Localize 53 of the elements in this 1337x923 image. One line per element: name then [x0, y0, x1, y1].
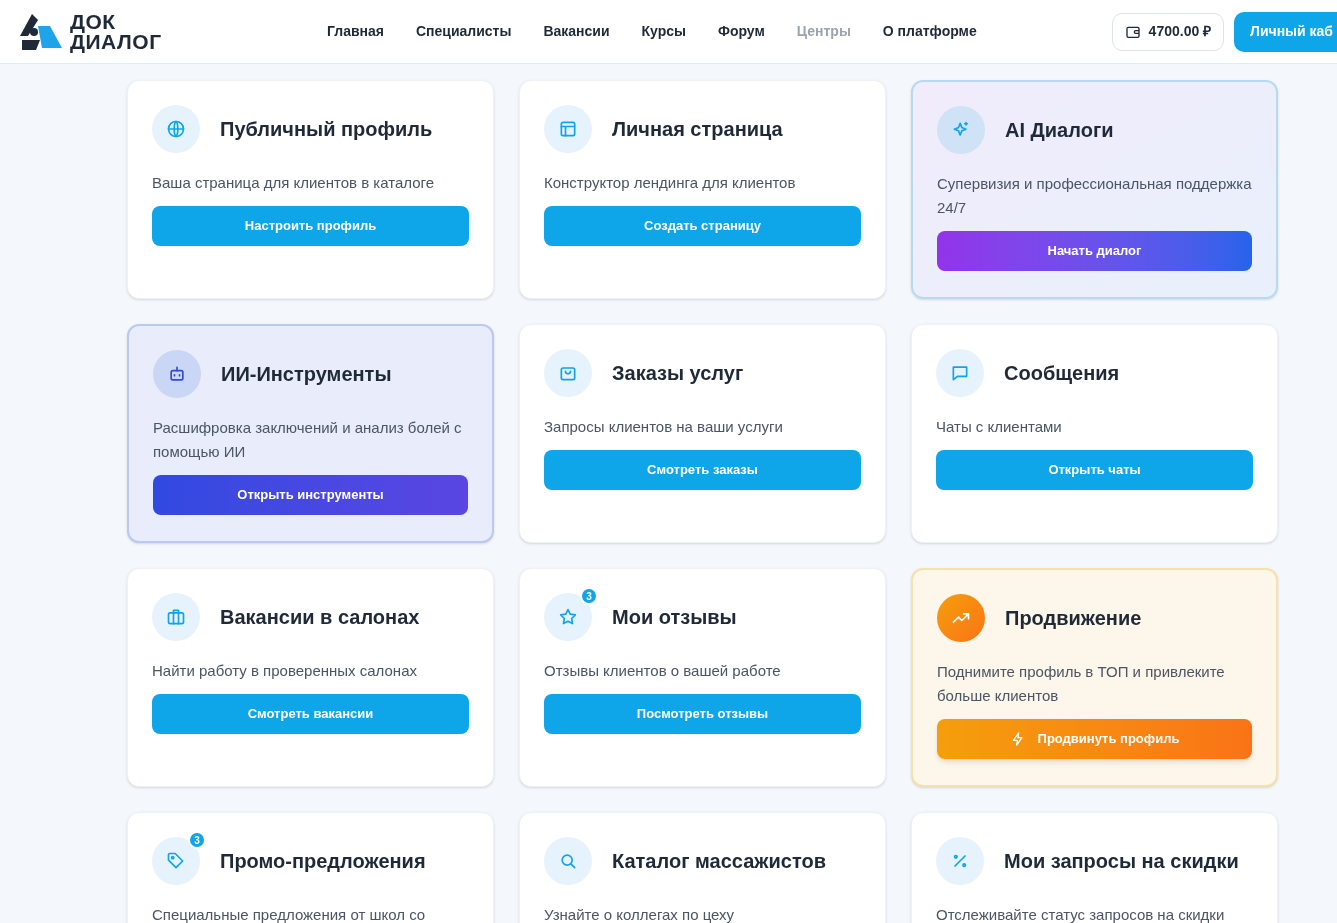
card-title: Продвижение: [1005, 606, 1142, 631]
briefcase-icon: [166, 607, 186, 627]
card-description: Супервизия и профессиональная поддержка 24/7: [937, 174, 1252, 218]
action-button[interactable]: Создать страницу: [544, 206, 861, 246]
card-description: Поднимите профиль в ТОП и привлеките больше клиентов: [937, 662, 1226, 706]
search-icon: [558, 851, 578, 871]
action-button[interactable]: Посмотреть отзывы: [544, 694, 861, 734]
tag-icon: [166, 851, 186, 871]
star-icon: [558, 607, 578, 627]
action-button[interactable]: Смотреть заказы: [544, 450, 861, 490]
card-description: Расшифровка заключений и анализ болей с помощью ИИ: [153, 418, 463, 462]
logo-icon: [18, 11, 64, 52]
action-button[interactable]: Открыть инструменты: [153, 475, 468, 515]
logo-text: ДИАЛОГ: [70, 31, 162, 52]
globe-icon: [166, 119, 186, 139]
card-description: Ваша страница для клиентов в каталоге: [152, 173, 435, 193]
card-title: Публичный профиль: [220, 117, 433, 142]
card-description: Узнайте о коллегах по цеху: [544, 905, 736, 923]
action-button[interactable]: Настроить профиль: [152, 206, 469, 246]
card-title: AI Диалоги: [1005, 118, 1114, 143]
card-title: Мои отзывы: [612, 605, 737, 630]
action-button[interactable]: Смотреть вакансии: [152, 694, 469, 734]
layout-icon: [558, 119, 578, 139]
nav-link[interactable]: Вакансии: [543, 21, 610, 42]
count-badge: 3: [188, 831, 206, 849]
card-description: Чаты с клиентами: [936, 417, 1063, 437]
nav-link[interactable]: Курсы: [641, 21, 686, 42]
card-description: Конструктор лендинга для клиентов: [544, 173, 797, 193]
action-button[interactable]: Начать диалог: [937, 231, 1252, 271]
card-title: Вакансии в салонах: [220, 605, 420, 630]
count-badge: 3: [580, 587, 598, 605]
card-title: Промо-предложения: [220, 849, 426, 874]
nav-link[interactable]: О платформе: [882, 21, 977, 42]
nav-link[interactable]: Специалисты: [415, 21, 512, 42]
logo-text: ДОК: [70, 11, 116, 32]
card-description: Запросы клиентов на ваши услуги: [544, 417, 784, 437]
nav-link[interactable]: Главная: [327, 21, 384, 42]
card-title: Сообщения: [1004, 361, 1120, 386]
nav-link[interactable]: Форум: [718, 21, 765, 42]
card-title: Каталог массажистов: [612, 849, 826, 874]
card-title: Мои запросы на скидки: [1004, 849, 1239, 874]
action-button[interactable]: Открыть чаты: [936, 450, 1253, 490]
card-description: Отслеживайте статус запросов на скидки: [936, 905, 1226, 923]
account-button[interactable]: Личный каб: [1234, 11, 1337, 52]
robot-icon: [167, 364, 187, 384]
card-description: Найти работу в проверенных салонах: [152, 661, 418, 681]
card-title: Заказы услуг: [612, 361, 744, 386]
card-description: Специальные предложения от школ со: [152, 905, 427, 923]
card-description: Отзывы клиентов о вашей работе: [544, 661, 782, 681]
balance-button[interactable]: 4700.00 ₽: [1111, 12, 1225, 51]
card-title: Личная страница: [612, 117, 783, 142]
chat-bubble-icon: [950, 363, 970, 383]
card-title: ИИ-Инструменты: [221, 362, 392, 387]
